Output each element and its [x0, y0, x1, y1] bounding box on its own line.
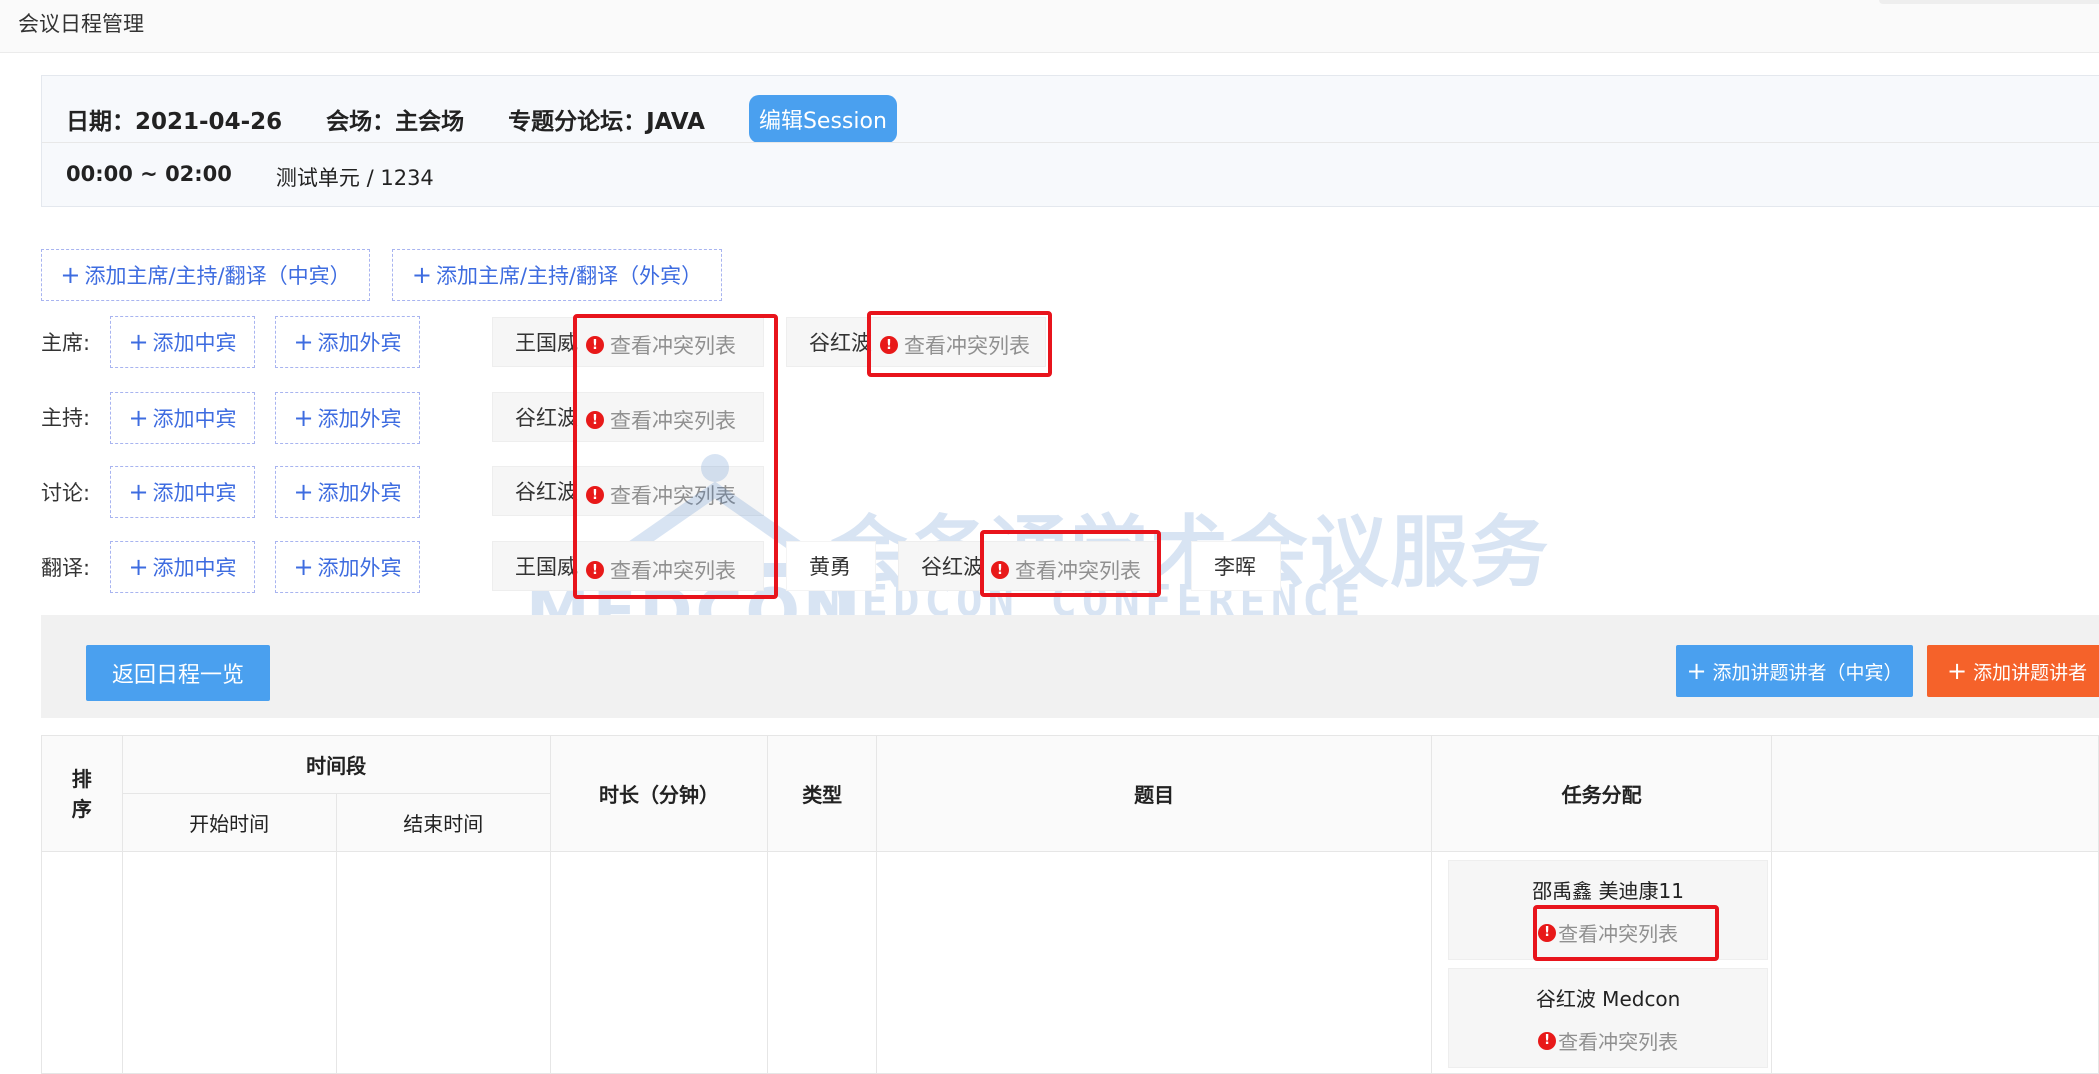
- cell-start: [121, 851, 337, 1074]
- host-add-foreign-label: 添加外宾: [317, 407, 402, 431]
- chair-add-cn-label: 添加中宾: [152, 331, 237, 355]
- session-info-row: 日期：2021-04-26 会场：主会场 专题分论坛：JAVA 编辑Sessio…: [66, 95, 897, 143]
- session-time-row: 00:00 ~ 02:00 测试单元 / 1234: [66, 162, 434, 192]
- column-header-duration: 时长（分钟）: [549, 735, 769, 852]
- person-chip[interactable]: 黄勇: [786, 541, 876, 591]
- role-label-discussion: 讨论:: [41, 481, 91, 505]
- plus-icon: +: [128, 478, 149, 506]
- cell-order: [41, 851, 123, 1074]
- chair-add-cn-button[interactable]: + 添加中宾: [110, 316, 255, 368]
- discussion-add-cn-label: 添加中宾: [152, 481, 237, 505]
- top-right-edge: [1879, 0, 2099, 4]
- plus-icon: +: [293, 553, 314, 581]
- schedule-toolbar: 返回日程一览 + 添加讲题讲者（中宾） + 添加讲题讲者（外: [41, 615, 2099, 718]
- column-header-order: 排序: [41, 735, 123, 852]
- divider: [42, 142, 2099, 143]
- plus-icon: +: [1686, 657, 1707, 685]
- host-add-cn-label: 添加中宾: [152, 407, 237, 431]
- add-speaker-foreign-label: 添加讲题讲者（外: [1973, 661, 2099, 684]
- column-header-period: 时间段: [121, 735, 551, 794]
- role-label-translation: 翻译:: [41, 556, 91, 580]
- view-conflicts-link[interactable]: ! 查看冲突列表: [1449, 1026, 1767, 1055]
- translation-add-foreign-label: 添加外宾: [317, 556, 402, 580]
- host-add-cn-button[interactable]: + 添加中宾: [110, 392, 255, 444]
- host-add-foreign-button[interactable]: + 添加外宾: [275, 392, 420, 444]
- cell-end: [335, 851, 551, 1074]
- session-unit: 测试单元 / 1234: [275, 166, 434, 190]
- person-name: 黄勇: [809, 555, 851, 579]
- cell-duration: [549, 851, 769, 1074]
- plus-icon: +: [411, 261, 432, 289]
- plus-icon: +: [128, 328, 149, 356]
- table-row: 邵禹鑫 美迪康11 ! 查看冲突列表 谷红波 Medcon ! 查看冲突列表: [41, 851, 2099, 1074]
- order-header-label: 排序: [71, 766, 92, 821]
- cell-topic: [876, 851, 1433, 1074]
- role-label-chair: 主席:: [41, 331, 91, 355]
- highlight-box: [980, 530, 1161, 597]
- warning-icon: !: [1538, 1031, 1557, 1050]
- person-name: 谷红波: [515, 406, 578, 430]
- discussion-add-foreign-button[interactable]: + 添加外宾: [275, 466, 420, 518]
- discussion-add-cn-button[interactable]: + 添加中宾: [110, 466, 255, 518]
- highlight-box: [1533, 905, 1719, 961]
- chair-add-foreign-label: 添加外宾: [317, 331, 402, 355]
- person-name: 王国威: [515, 555, 578, 579]
- session-date: 日期：2021-04-26: [66, 109, 283, 135]
- session-info-panel: 日期：2021-04-26 会场：主会场 专题分论坛：JAVA 编辑Sessio…: [41, 75, 2099, 207]
- person-name: 王国威: [515, 331, 578, 355]
- highlight-box: [867, 311, 1052, 377]
- plus-icon: +: [128, 404, 149, 432]
- cell-task: 邵禹鑫 美迪康11 ! 查看冲突列表 谷红波 Medcon ! 查看冲突列表: [1431, 851, 1773, 1074]
- plus-icon: +: [128, 553, 149, 581]
- translation-add-cn-label: 添加中宾: [152, 556, 237, 580]
- person-name: 谷红波: [809, 331, 872, 355]
- column-header-end: 结束时间: [335, 793, 551, 852]
- edit-session-button[interactable]: 编辑Session: [748, 95, 897, 143]
- plus-icon: +: [1947, 657, 1968, 685]
- column-header-start: 开始时间: [121, 793, 337, 852]
- person-name: 李晖: [1214, 555, 1256, 579]
- add-role-cn-button[interactable]: + 添加主席/主持/翻译（中宾）: [41, 249, 370, 301]
- task-person: 邵禹鑫 美迪康11: [1532, 879, 1684, 903]
- page-title: 会议日程管理: [18, 12, 144, 36]
- role-label-host: 主持:: [41, 406, 91, 430]
- column-header-extra: [1771, 735, 2099, 852]
- add-role-foreign-label: 添加主席/主持/翻译（外宾）: [435, 264, 703, 288]
- add-speaker-cn-button[interactable]: + 添加讲题讲者（中宾）: [1676, 645, 1913, 697]
- schedule-table: 排序 时间段 时长（分钟） 类型 题目 任务分配 开始时间 结束时间 邵禹鑫 美…: [41, 735, 2099, 1074]
- cell-type: [767, 851, 878, 1074]
- translation-add-foreign-button[interactable]: + 添加外宾: [275, 541, 420, 593]
- add-role-foreign-button[interactable]: + 添加主席/主持/翻译（外宾）: [392, 249, 722, 301]
- translation-add-cn-button[interactable]: + 添加中宾: [110, 541, 255, 593]
- discussion-add-foreign-label: 添加外宾: [317, 481, 402, 505]
- plus-icon: +: [293, 478, 314, 506]
- cell-extra: [1771, 851, 2099, 1074]
- plus-icon: +: [60, 261, 81, 289]
- plus-icon: +: [293, 328, 314, 356]
- person-name: 谷红波: [921, 555, 984, 579]
- column-header-type: 类型: [767, 735, 878, 852]
- add-role-cn-label: 添加主席/主持/翻译（中宾）: [84, 264, 351, 288]
- session-forum: 专题分论坛：JAVA: [508, 109, 705, 135]
- plus-icon: +: [293, 404, 314, 432]
- conflict-label: 查看冲突列表: [1558, 1030, 1679, 1054]
- task-person: 谷红波 Medcon: [1535, 987, 1681, 1011]
- session-time: 00:00 ~ 02:00: [66, 162, 232, 186]
- session-venue: 会场：主会场: [326, 109, 465, 135]
- back-to-schedule-button[interactable]: 返回日程一览: [86, 645, 270, 701]
- chair-add-foreign-button[interactable]: + 添加外宾: [275, 316, 420, 368]
- person-chip[interactable]: 李晖: [1191, 541, 1281, 591]
- top-bar: 会议日程管理: [0, 0, 2099, 53]
- add-speaker-cn-label: 添加讲题讲者（中宾）: [1712, 661, 1903, 684]
- highlight-box: [573, 314, 778, 599]
- column-header-topic: 题目: [876, 735, 1433, 852]
- task-card[interactable]: 谷红波 Medcon ! 查看冲突列表: [1448, 968, 1769, 1068]
- column-header-task: 任务分配: [1431, 735, 1773, 852]
- add-speaker-foreign-button[interactable]: + 添加讲题讲者（外: [1927, 645, 2099, 697]
